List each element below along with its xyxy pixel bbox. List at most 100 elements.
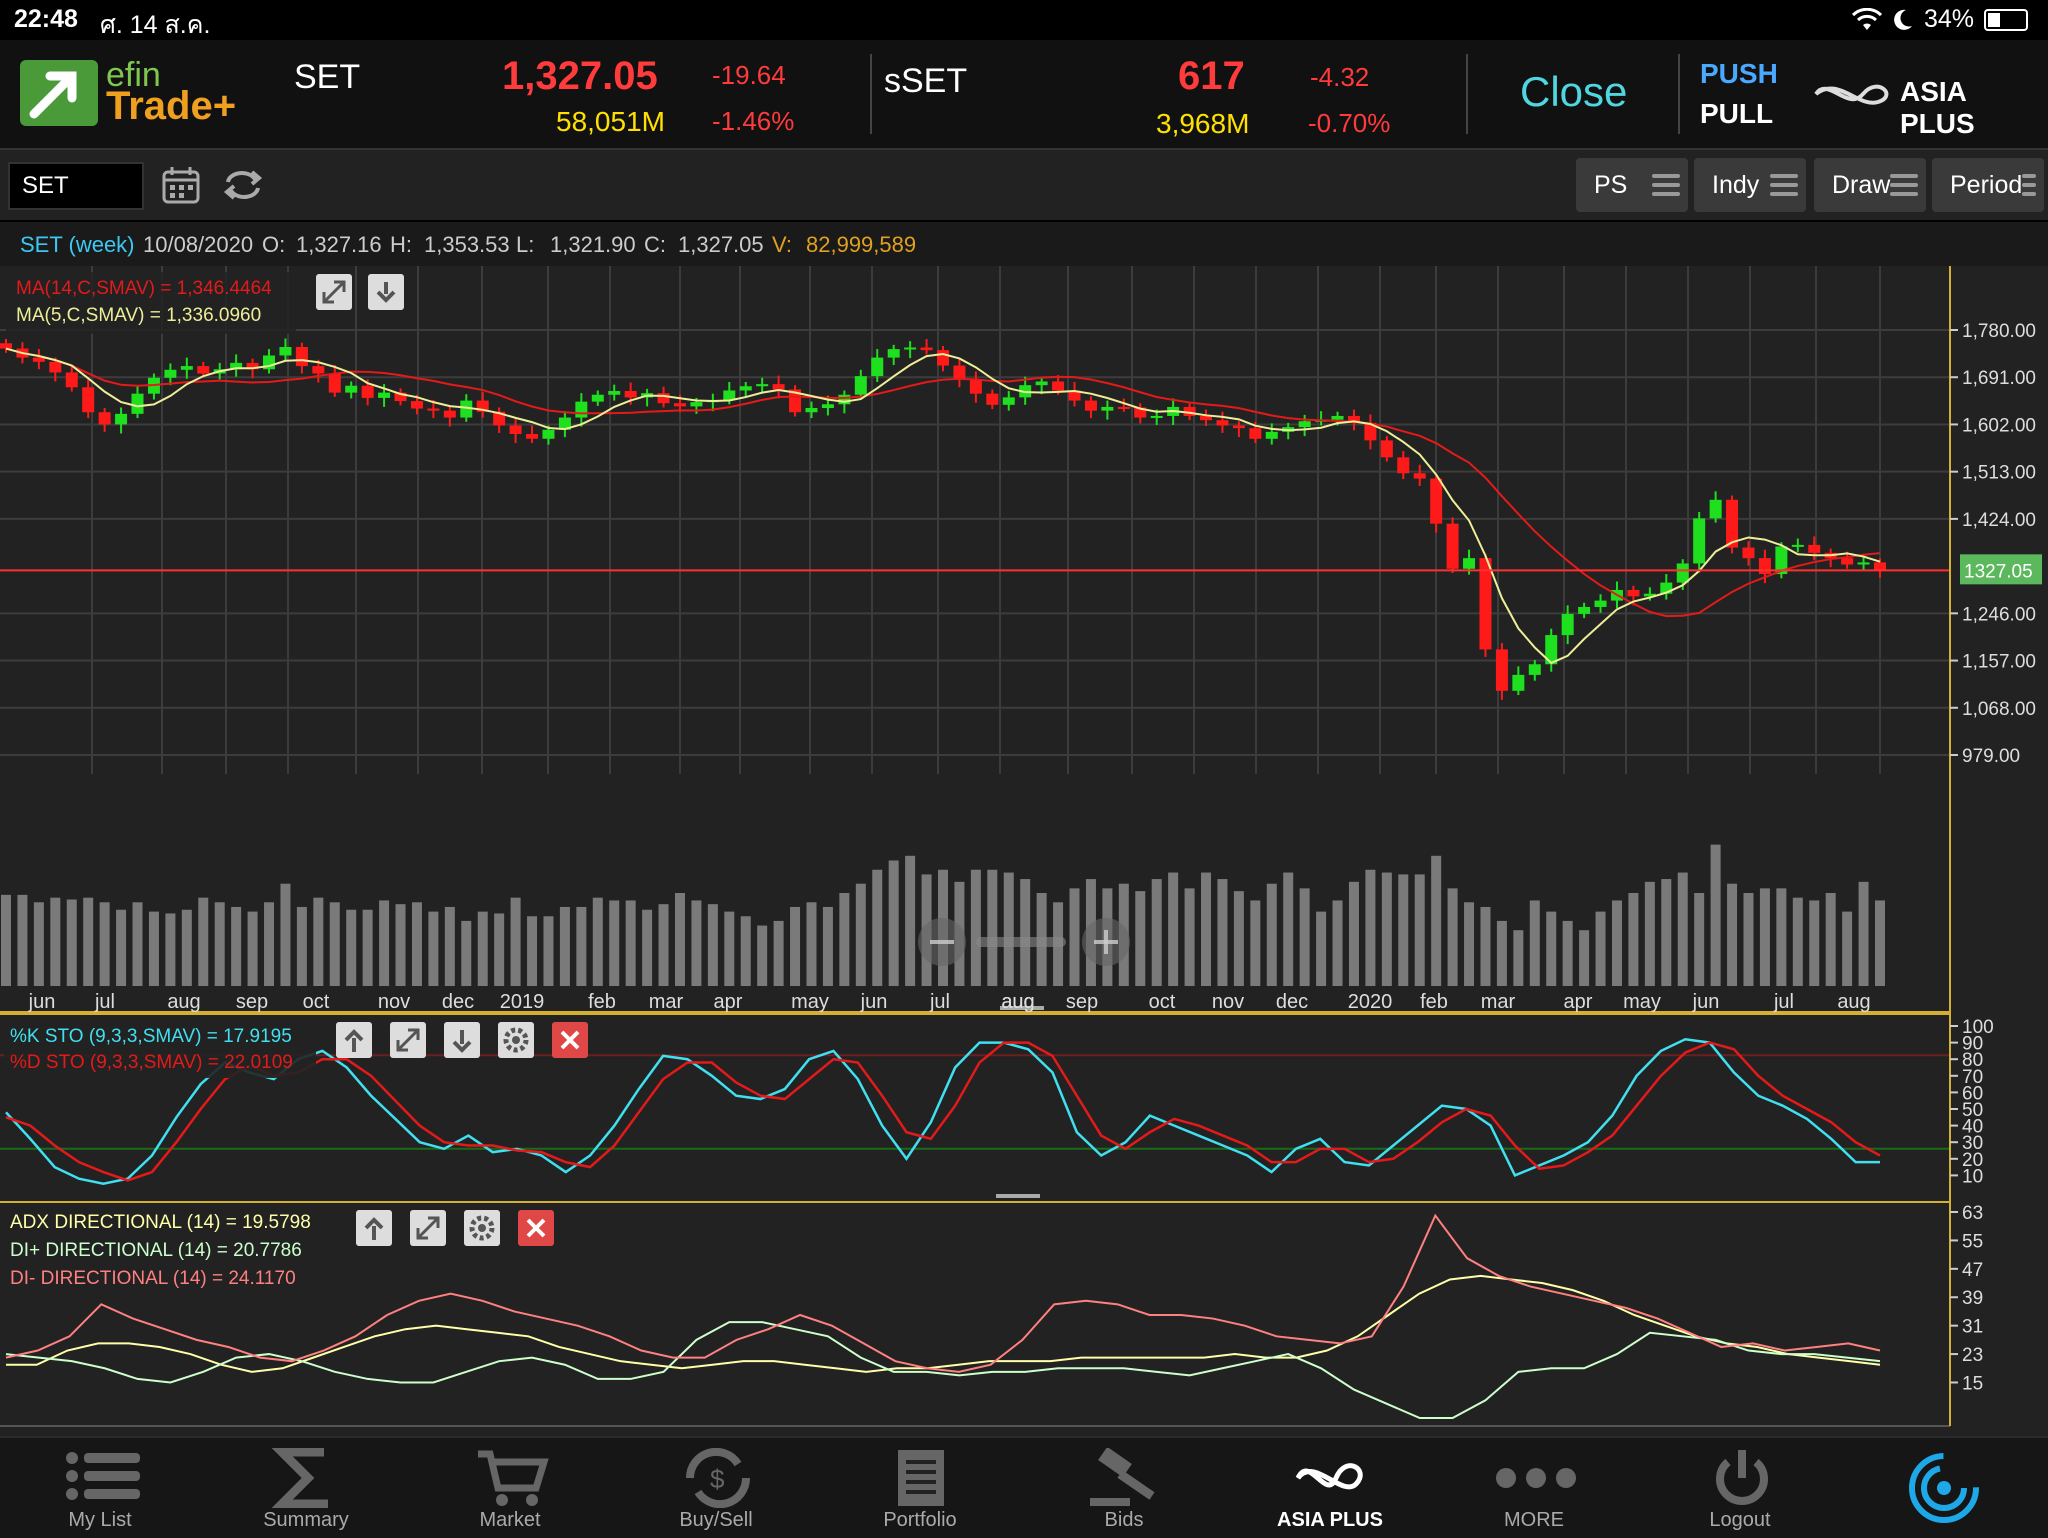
battery-level xyxy=(1988,12,2001,27)
nav-more[interactable]: MORE xyxy=(1436,1438,1632,1538)
battery-percent: 34% xyxy=(1923,5,1974,33)
exchange-icon: $ xyxy=(685,1448,751,1508)
candle-body xyxy=(1413,473,1426,479)
volume-bar xyxy=(461,920,472,986)
draw-button[interactable]: Draw xyxy=(1814,158,1926,212)
chart-area[interactable]: 1,780.00 1,691.00 1,602.00 1,513.00 1,424.00… xyxy=(0,266,2048,1436)
nav-portfolio[interactable]: Portfolio xyxy=(822,1438,1018,1538)
adx-y-tick-label: 23 xyxy=(1962,1345,1983,1366)
volume-bar xyxy=(264,902,275,986)
calendar-icon[interactable] xyxy=(160,164,202,206)
pull-toggle[interactable]: PULL xyxy=(1700,98,1773,130)
x-tick-label: mar xyxy=(1481,991,1516,1013)
adx-y-tick-label: 55 xyxy=(1962,1231,1983,1252)
adx-settings-button[interactable] xyxy=(464,1210,500,1246)
adx-expand-button[interactable] xyxy=(410,1210,446,1246)
candle-body xyxy=(1676,563,1689,583)
sto-move-up-button[interactable] xyxy=(336,1022,372,1058)
volume-bar xyxy=(1858,881,1869,986)
refresh-icon[interactable] xyxy=(222,164,264,206)
volume-bar xyxy=(1217,879,1228,986)
symbol-input[interactable] xyxy=(8,162,144,210)
volume-bar xyxy=(1233,891,1244,986)
volume-bar xyxy=(707,904,718,986)
volume-bar xyxy=(1759,888,1770,986)
x-tick-label: aug xyxy=(1001,991,1034,1013)
adx-move-up-button[interactable] xyxy=(356,1210,392,1246)
nav-bids[interactable]: Bids xyxy=(1026,1438,1222,1538)
volume-bar xyxy=(1480,906,1491,986)
nav-label: Logout xyxy=(1709,1509,1771,1531)
move-down-button[interactable] xyxy=(368,274,404,310)
candle-body xyxy=(82,387,95,413)
ma5-legend: MA(5,C,SMAV) = 1,336.0960 xyxy=(16,305,261,326)
volume-bar xyxy=(99,902,110,986)
volume-bar xyxy=(198,897,209,986)
zoom-slider[interactable] xyxy=(976,937,1066,947)
volume-bar xyxy=(428,911,439,986)
candle-body xyxy=(657,393,670,404)
adx-y-tick-label: 31 xyxy=(1962,1317,1983,1338)
ps-button[interactable]: PS xyxy=(1576,158,1688,212)
volume-bar xyxy=(1611,900,1622,986)
candle-body xyxy=(1495,649,1508,691)
volume-bar xyxy=(1529,900,1540,986)
sto-settings-button[interactable] xyxy=(498,1022,534,1058)
candle-body xyxy=(1117,406,1130,409)
x-tick-label: dec xyxy=(1276,991,1308,1013)
nav-market[interactable]: Market xyxy=(412,1438,608,1538)
sto-move-down-button[interactable] xyxy=(444,1022,480,1058)
x-tick-label: jul xyxy=(94,991,115,1013)
indy-button[interactable]: Indy xyxy=(1694,158,1806,212)
info-symbol: SET (week) xyxy=(20,232,135,257)
volume-bar xyxy=(1135,891,1146,986)
push-toggle[interactable]: PUSH xyxy=(1700,58,1778,90)
volume-bar xyxy=(1825,893,1836,986)
nav-logout[interactable]: Logout xyxy=(1642,1438,1838,1538)
volume-bar xyxy=(1201,872,1212,986)
candle-body xyxy=(1430,478,1443,524)
info-open: 1,327.16 xyxy=(296,232,382,257)
volume-bar xyxy=(1496,920,1507,986)
expand-button[interactable] xyxy=(316,274,352,310)
nav-asiaplus[interactable]: ASIA PLUS xyxy=(1232,1438,1428,1538)
volume-bar xyxy=(1776,888,1787,986)
volume-bar xyxy=(609,900,620,986)
panel-resize-handle-icon[interactable] xyxy=(996,1194,1040,1198)
volume-bar xyxy=(691,900,702,986)
candle-body xyxy=(1101,406,1114,411)
period-button[interactable]: Period xyxy=(1932,158,2044,212)
candle-body xyxy=(1528,664,1541,675)
sto-k-legend: %K STO (9,3,3,SMAV) = 17.9195 xyxy=(10,1026,292,1047)
adx-remove-button[interactable] xyxy=(518,1210,554,1246)
candle-body xyxy=(1397,457,1410,474)
volume-bar xyxy=(231,906,242,986)
candle-body xyxy=(1446,523,1459,569)
candle-body xyxy=(115,413,128,425)
volume-bar xyxy=(1184,888,1195,986)
nav-buy-sell[interactable]: $ Buy/Sell xyxy=(618,1438,814,1538)
candle-body xyxy=(1857,562,1870,565)
sto-remove-button[interactable] xyxy=(552,1022,588,1058)
candle-body xyxy=(969,379,982,394)
x-tick-label: 2020 xyxy=(1348,991,1393,1013)
candle-body xyxy=(1380,440,1393,458)
nav-my-list[interactable]: My List xyxy=(2,1438,198,1538)
volume-bar xyxy=(1875,900,1885,986)
volume-bar xyxy=(1677,872,1688,986)
list-icon xyxy=(66,1452,140,1500)
volume-bar xyxy=(477,911,488,986)
x-tick-label: aug xyxy=(167,991,200,1013)
sto-d-legend: %D STO (9,3,3,SMAV) = 22.0109 xyxy=(10,1052,293,1073)
volume-bar xyxy=(790,906,801,986)
battery-icon xyxy=(1984,8,2028,31)
adx-y-tick-label: 63 xyxy=(1962,1203,1983,1224)
nav-summary[interactable]: Summary xyxy=(208,1438,404,1538)
menu-icon xyxy=(2022,174,2036,196)
candle-body xyxy=(98,412,111,425)
sto-expand-button[interactable] xyxy=(390,1022,426,1058)
assistant-icon[interactable] xyxy=(1908,1452,1980,1524)
ohlc-info-bar: SET (week) 10/08/2020 O: 1,327.16 H: 1,3… xyxy=(0,222,2048,266)
candle-body xyxy=(410,401,423,409)
volume-bar xyxy=(642,909,653,986)
